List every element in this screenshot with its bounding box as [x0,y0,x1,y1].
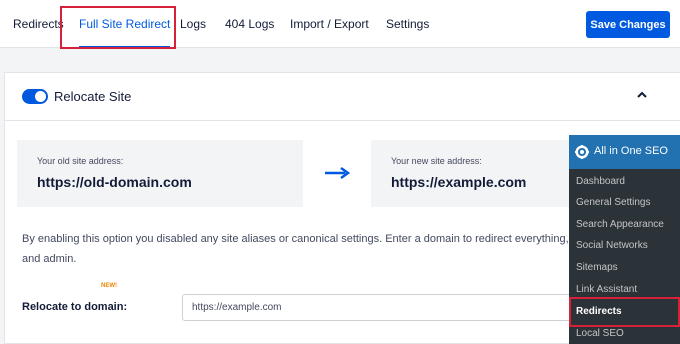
top-tab-bar: Redirects Full Site Redirect Logs 404 Lo… [0,0,680,48]
tab-import-export[interactable]: Import / Export [290,0,369,48]
old-address-box: Your old site address: https://old-domai… [17,140,303,207]
old-address-label: Your old site address: [37,156,124,166]
tab-404-logs[interactable]: 404 Logs [225,0,274,48]
aioseo-logo-icon [575,145,589,159]
card-title: Relocate Site [54,89,132,104]
tab-redirects[interactable]: Redirects [13,0,64,48]
card-header: Relocate Site [5,73,680,121]
new-address-value: https://example.com [391,174,527,190]
relocate-description: By enabling this option you disabled any… [22,233,616,265]
wp-menu-item-redirects[interactable]: Redirects [576,306,622,317]
save-changes-button[interactable]: Save Changes [586,11,670,38]
tab-settings[interactable]: Settings [386,0,429,48]
toggle-switch-icon[interactable] [22,89,48,104]
wp-menu-item-sitemaps[interactable]: Sitemaps [576,262,618,273]
wp-menu-item-link-assistant[interactable]: Link Assistant [576,284,637,295]
wp-menu-item-social-networks[interactable]: Social Networks [576,240,648,251]
wp-menu-title: All in One SEO [594,145,668,157]
wp-menu-item-local-seo[interactable]: Local SEO [576,328,624,339]
arrow-right-icon [325,166,351,180]
wp-menu-item-general-settings[interactable]: General Settings [576,197,651,208]
relocate-domain-label: Relocate to domain: [22,301,128,313]
new-address-label: Your new site address: [391,156,482,166]
new-address-box: Your new site address: https://example.c… [371,140,581,207]
old-address-value: https://old-domain.com [37,174,192,190]
relocate-domain-input[interactable] [182,294,602,321]
tab-full-site-redirect[interactable]: Full Site Redirect [79,0,171,48]
new-badge: NEW! [101,283,117,289]
tab-logs[interactable]: Logs [180,0,206,48]
chevron-up-icon[interactable] [635,88,649,102]
wp-menu-item-search-appearance[interactable]: Search Appearance [576,219,664,230]
wp-admin-flyout-menu: All in One SEO Dashboard General Setting… [569,135,680,344]
wp-menu-item-dashboard[interactable]: Dashboard [576,176,625,187]
wp-menu-header[interactable]: All in One SEO [569,135,680,169]
